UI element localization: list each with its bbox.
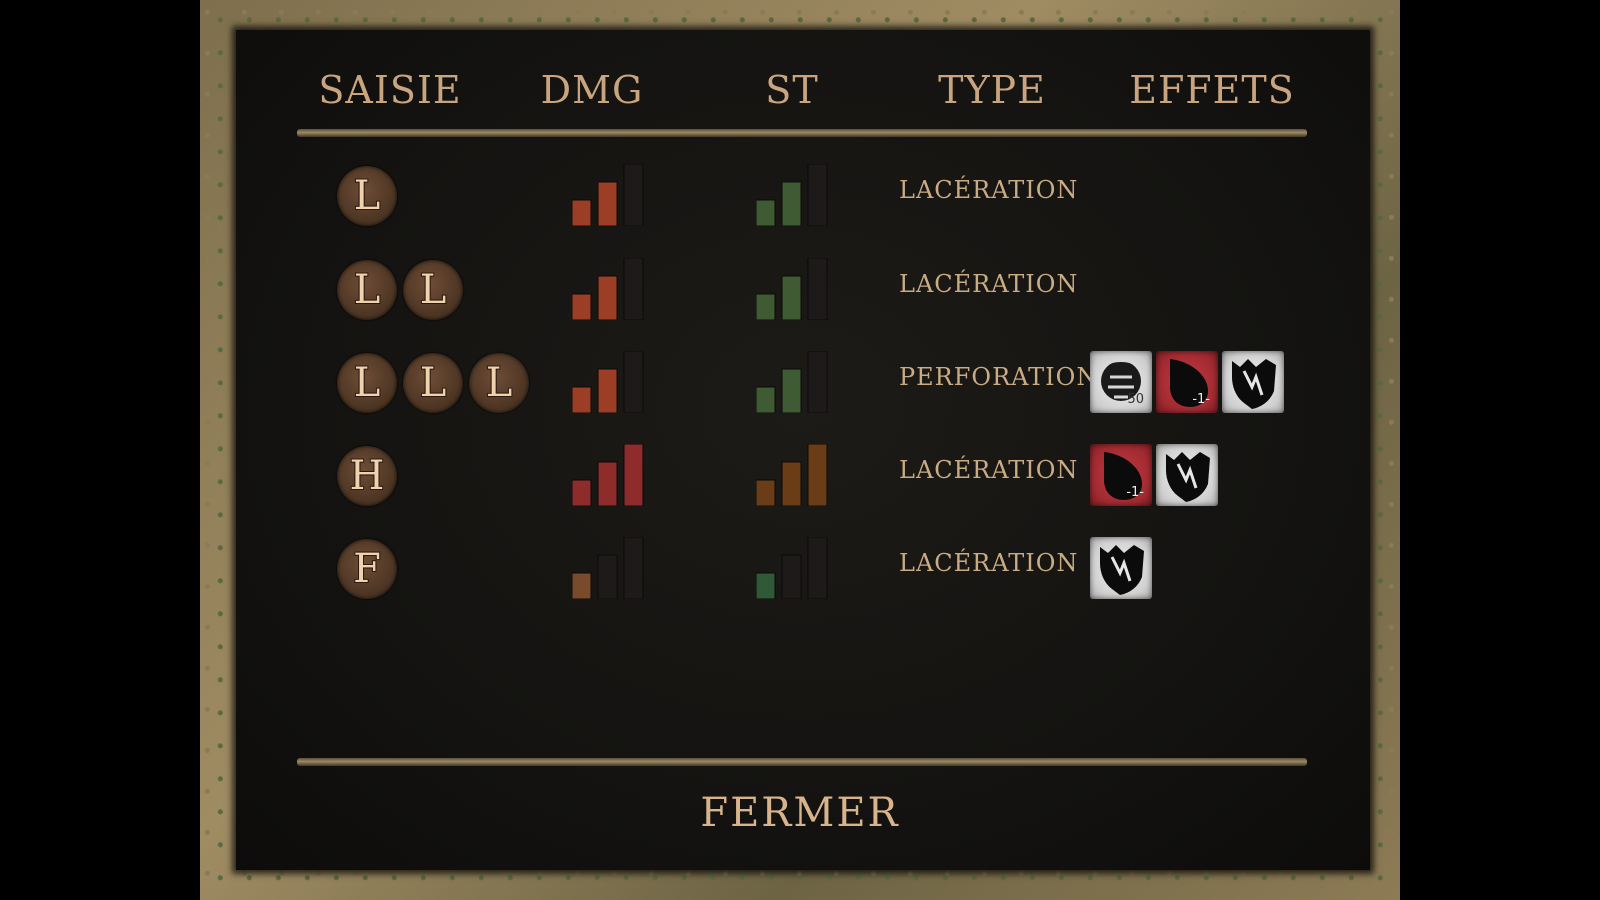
armor-pierce-icon[interactable]: 50 bbox=[1090, 351, 1152, 413]
grip-button-icon: H bbox=[337, 446, 397, 506]
attack-row: L L LACÉRATION bbox=[0, 258, 1600, 328]
bar-filled bbox=[572, 293, 592, 320]
bar-empty bbox=[807, 164, 828, 226]
stamina-bars bbox=[756, 164, 836, 226]
bar-filled bbox=[756, 293, 776, 320]
bar-empty bbox=[597, 554, 618, 599]
header-damage: DMG bbox=[540, 68, 644, 112]
bar-empty bbox=[781, 554, 802, 599]
damage-type-label: LACÉRATION bbox=[899, 176, 1079, 204]
damage-bars bbox=[572, 258, 652, 320]
damage-type-label: LACÉRATION bbox=[899, 456, 1079, 484]
damage-type-label: LACÉRATION bbox=[899, 270, 1079, 298]
grip-button-icon: L bbox=[337, 166, 397, 226]
bar-empty bbox=[807, 351, 828, 413]
stagger-icon[interactable] bbox=[1156, 444, 1218, 506]
damage-bars bbox=[572, 351, 652, 413]
grip-button-icon: L bbox=[337, 260, 397, 320]
bar-filled bbox=[597, 181, 618, 226]
damage-bars bbox=[572, 444, 652, 506]
effect-value: -1- bbox=[1192, 392, 1210, 407]
header-type: TYPE bbox=[938, 68, 1046, 112]
bar-filled bbox=[597, 368, 618, 413]
bar-filled bbox=[781, 181, 802, 226]
grip-button-icon: L bbox=[337, 353, 397, 413]
grip-button-icon: L bbox=[469, 353, 529, 413]
bar-filled bbox=[756, 386, 776, 413]
close-label: FERMER bbox=[700, 790, 900, 836]
bar-filled bbox=[572, 386, 592, 413]
damage-type-label: LACÉRATION bbox=[899, 549, 1079, 577]
bar-filled bbox=[572, 572, 592, 599]
bar-filled bbox=[807, 444, 828, 506]
damage-type-label: PERFORATION bbox=[899, 363, 1099, 391]
bar-filled bbox=[781, 368, 802, 413]
bar-empty bbox=[623, 351, 644, 413]
bar-filled bbox=[781, 461, 802, 506]
header-divider bbox=[297, 129, 1307, 137]
bar-filled bbox=[623, 444, 644, 506]
bar-filled bbox=[597, 275, 618, 320]
attack-row: F LACÉRATION bbox=[0, 537, 1600, 607]
bar-filled bbox=[597, 461, 618, 506]
bar-filled bbox=[572, 199, 592, 226]
bleed-icon[interactable]: -1- bbox=[1156, 351, 1218, 413]
effect-value: 50 bbox=[1127, 392, 1144, 407]
stamina-bars bbox=[756, 351, 836, 413]
attack-row: L LACÉRATION bbox=[0, 164, 1600, 234]
bar-filled bbox=[756, 199, 776, 226]
column-header-row: SAISIE DMG ST TYPE EFFETS bbox=[0, 68, 1600, 112]
grip-button-icon: L bbox=[403, 260, 463, 320]
effect-value: -1- bbox=[1126, 485, 1144, 500]
grip-button-icon: L bbox=[403, 353, 463, 413]
bar-empty bbox=[623, 258, 644, 320]
bar-filled bbox=[781, 275, 802, 320]
stagger-icon[interactable] bbox=[1090, 537, 1152, 599]
bar-empty bbox=[623, 164, 644, 226]
attack-row: L L L PERFORATION 50 -1- bbox=[0, 351, 1600, 421]
footer-divider bbox=[297, 758, 1307, 766]
bar-filled bbox=[756, 572, 776, 599]
stamina-bars bbox=[756, 258, 836, 320]
header-grip: SAISIE bbox=[318, 68, 462, 112]
bar-empty bbox=[623, 537, 644, 599]
header-stamina: ST bbox=[765, 68, 819, 112]
grip-button-icon: F bbox=[337, 539, 397, 599]
stagger-icon[interactable] bbox=[1222, 351, 1284, 413]
bar-filled bbox=[756, 479, 776, 506]
header-effects: EFFETS bbox=[1129, 68, 1295, 112]
stamina-bars bbox=[756, 537, 836, 599]
stamina-bars bbox=[756, 444, 836, 506]
damage-bars bbox=[572, 537, 652, 599]
attack-row: H LACÉRATION -1- bbox=[0, 444, 1600, 514]
bar-empty bbox=[807, 258, 828, 320]
damage-bars bbox=[572, 164, 652, 226]
close-button[interactable]: FERMER bbox=[0, 790, 1600, 836]
bar-empty bbox=[807, 537, 828, 599]
bleed-icon[interactable]: -1- bbox=[1090, 444, 1152, 506]
bar-filled bbox=[572, 479, 592, 506]
